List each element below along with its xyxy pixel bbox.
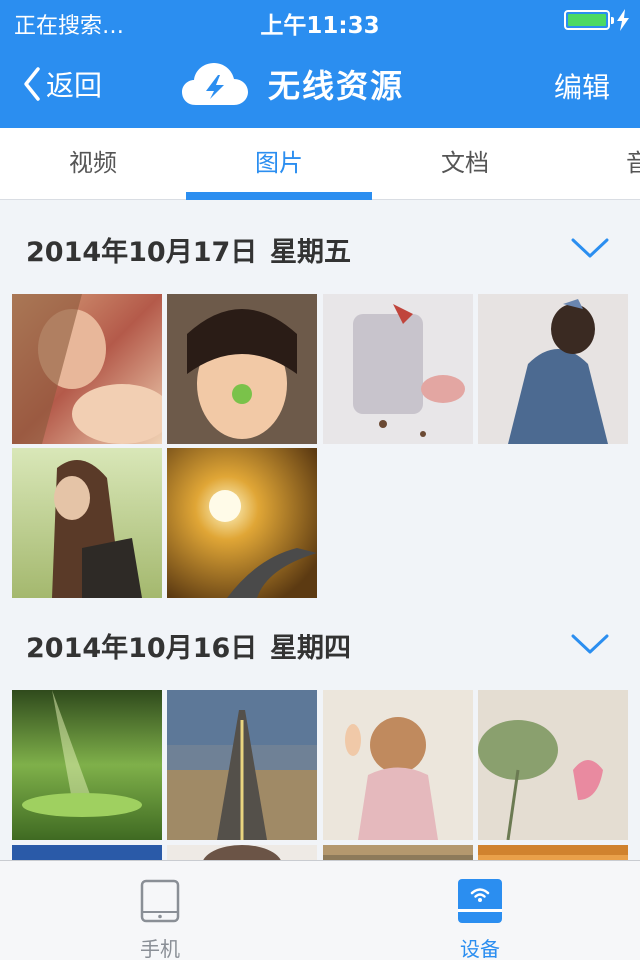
- photo-thumbnail[interactable]: [167, 448, 317, 598]
- wifi-device-icon: [458, 879, 502, 923]
- cloud-icon: [182, 63, 248, 105]
- charging-icon: [617, 9, 629, 31]
- tab-phone[interactable]: 手机: [0, 861, 320, 960]
- chevron-down-icon[interactable]: [570, 236, 610, 260]
- status-bar: 正在搜索… 上午11:33: [0, 0, 640, 40]
- photo-thumbnail[interactable]: [12, 845, 162, 860]
- tablet-icon: [140, 879, 180, 923]
- tab-documents[interactable]: 文档: [372, 128, 558, 199]
- back-label: 返回: [46, 69, 103, 102]
- tab-phone-label: 手机: [140, 937, 180, 960]
- photo-thumbnail[interactable]: [478, 845, 628, 860]
- photo-thumbnail[interactable]: [12, 294, 162, 444]
- chevron-down-icon[interactable]: [570, 632, 610, 656]
- active-tab-indicator: [186, 192, 372, 200]
- photo-thumbnail[interactable]: [323, 294, 473, 444]
- section-weekday: 星期五: [270, 237, 351, 268]
- battery-icon: [564, 10, 614, 30]
- page-title: 无线资源: [268, 67, 405, 105]
- back-button[interactable]: 返回: [22, 64, 102, 104]
- photo-thumbnail[interactable]: [167, 294, 317, 444]
- edit-button[interactable]: 编辑: [554, 66, 610, 106]
- top-bar: 正在搜索… 上午11:33 返回 无线资源 编辑: [0, 0, 640, 128]
- date-section-header: 2014年10月17日 星期五: [0, 200, 640, 294]
- category-tabs: 视频 图片 文档 音: [0, 128, 640, 200]
- title-group: 无线资源: [182, 58, 404, 110]
- section-date: 2014年10月17日: [26, 237, 258, 268]
- photo-thumbnail[interactable]: [478, 690, 628, 840]
- section-date: 2014年10月16日: [26, 633, 258, 664]
- chevron-left-icon: [24, 67, 40, 101]
- section-weekday: 星期四: [270, 633, 351, 664]
- tab-pictures[interactable]: 图片: [186, 128, 372, 199]
- photo-thumbnail[interactable]: [323, 690, 473, 840]
- photo-thumbnail[interactable]: [167, 690, 317, 840]
- date-section-header: 2014年10月16日 星期四: [0, 596, 640, 690]
- tab-music[interactable]: 音: [558, 128, 640, 199]
- photo-list[interactable]: 2014年10月17日 星期五 2014年10月16日 星期四: [0, 200, 640, 860]
- tab-device[interactable]: 设备: [320, 861, 640, 960]
- photo-thumbnail[interactable]: [478, 294, 628, 444]
- tab-video[interactable]: 视频: [0, 128, 186, 199]
- nav-bar: 返回 无线资源 编辑: [0, 40, 640, 128]
- photo-thumbnail[interactable]: [12, 448, 162, 598]
- tab-device-label: 设备: [460, 937, 500, 960]
- status-time: 上午11:33: [260, 13, 380, 39]
- bottom-tab-bar: 手机 设备: [0, 860, 640, 960]
- photo-thumbnail[interactable]: [12, 690, 162, 840]
- photo-thumbnail[interactable]: [323, 845, 473, 860]
- photo-thumbnail[interactable]: [167, 845, 317, 860]
